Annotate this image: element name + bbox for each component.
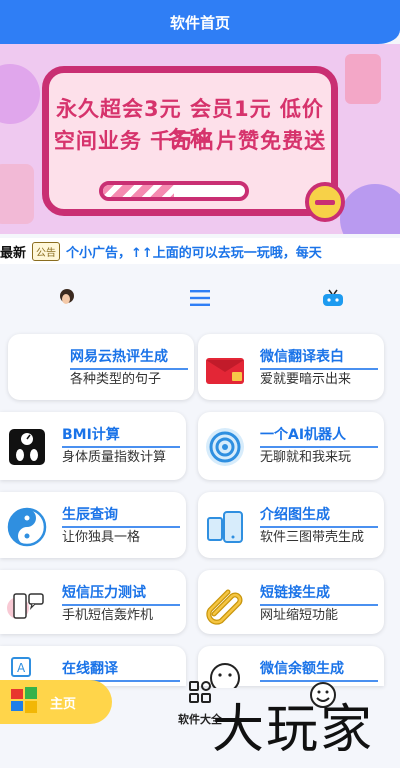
tool-title: 网易云热评生成 [70, 346, 188, 370]
banner-frame: 永久超会3元 会员1元 低价各种 空间业务 千万名片赞免费送 [42, 66, 338, 216]
tool-card-birth-query[interactable]: 生辰查询 让你独具一格 [0, 492, 186, 558]
menu-icon[interactable] [180, 283, 220, 313]
tool-title: 生辰查询 [62, 504, 180, 528]
paperclip-icon [204, 584, 246, 626]
tool-card-intro-image[interactable]: 介绍图生成 软件三图带壳生成 [198, 492, 384, 558]
tool-title: 短链接生成 [260, 582, 378, 606]
banner-deco-bubble [340, 184, 400, 234]
banner-close-icon [305, 182, 345, 222]
tool-desc: 软件三图带壳生成 [260, 530, 365, 545]
avatar-icon[interactable] [47, 283, 87, 313]
tool-card-wechat-confess[interactable]: 微信翻译表白 爱就要暗示出来 [198, 334, 384, 400]
quick-nav [0, 278, 400, 318]
red-envelope-icon [204, 348, 246, 390]
banner-line-2: 空间业务 千万名片赞免费送 [53, 129, 327, 153]
music-icon [14, 348, 56, 390]
banner-deco-bubble [0, 64, 40, 124]
target-icon [204, 426, 246, 468]
notice-prefix: 最新 [0, 245, 27, 261]
tool-card-ai-robot[interactable]: 一个AI机器人 无聊就和我来玩 [198, 412, 384, 480]
phone-icon [204, 506, 246, 548]
svg-text:A: A [17, 661, 26, 675]
tool-title: 微信翻译表白 [260, 346, 378, 370]
tool-title: BMI计算 [62, 424, 180, 448]
tab-home[interactable]: 主页 [0, 680, 112, 724]
notice-text: 个小广告，↑↑上面的可以去玩一玩哦，每天 [66, 245, 322, 261]
notice-bar[interactable]: 最新 公告 个小广告，↑↑上面的可以去玩一玩哦，每天 [0, 238, 400, 264]
tool-card-netease-comment[interactable]: 网易云热评生成 各种类型的句子 [8, 334, 194, 400]
banner-deco-bubble [0, 164, 34, 224]
tool-desc: 身体质量指数计算 [62, 450, 167, 465]
app-header: 软件首页 [0, 0, 400, 44]
yin-yang-icon [6, 506, 48, 548]
tool-title: 介绍图生成 [260, 504, 378, 528]
message-icon [6, 584, 48, 626]
banner-deco-bubble [345, 54, 381, 104]
page-title: 软件首页 [169, 13, 230, 32]
scale-icon [6, 426, 48, 468]
tab-home-label: 主页 [50, 696, 77, 712]
notice-badge: 公告 [32, 241, 61, 261]
tool-desc: 各种类型的句子 [70, 372, 162, 387]
tool-title: 短信压力测试 [62, 582, 180, 606]
tool-desc: 网址缩短功能 [260, 608, 339, 623]
tool-desc: 手机短信轰炸机 [62, 608, 154, 623]
tool-desc: 无聊就和我来玩 [260, 450, 352, 465]
windows-logo-icon [10, 687, 38, 717]
tool-title: 一个AI机器人 [260, 424, 378, 448]
banner-progress-bar [99, 181, 249, 201]
tool-desc: 让你独具一格 [62, 530, 141, 545]
tool-card-short-link[interactable]: 短链接生成 网址缩短功能 [198, 570, 384, 634]
tool-card-bmi[interactable]: BMI计算 身体质量指数计算 [0, 412, 186, 480]
watermark-text: 大玩家 [211, 699, 374, 760]
tool-desc: 爱就要暗示出来 [260, 372, 352, 387]
tool-card-sms-test[interactable]: 短信压力测试 手机短信轰炸机 [0, 570, 186, 634]
tv-icon[interactable] [313, 283, 353, 313]
promo-banner[interactable]: 永久超会3元 会员1元 低价各种 空间业务 千万名片赞免费送 [0, 44, 400, 234]
